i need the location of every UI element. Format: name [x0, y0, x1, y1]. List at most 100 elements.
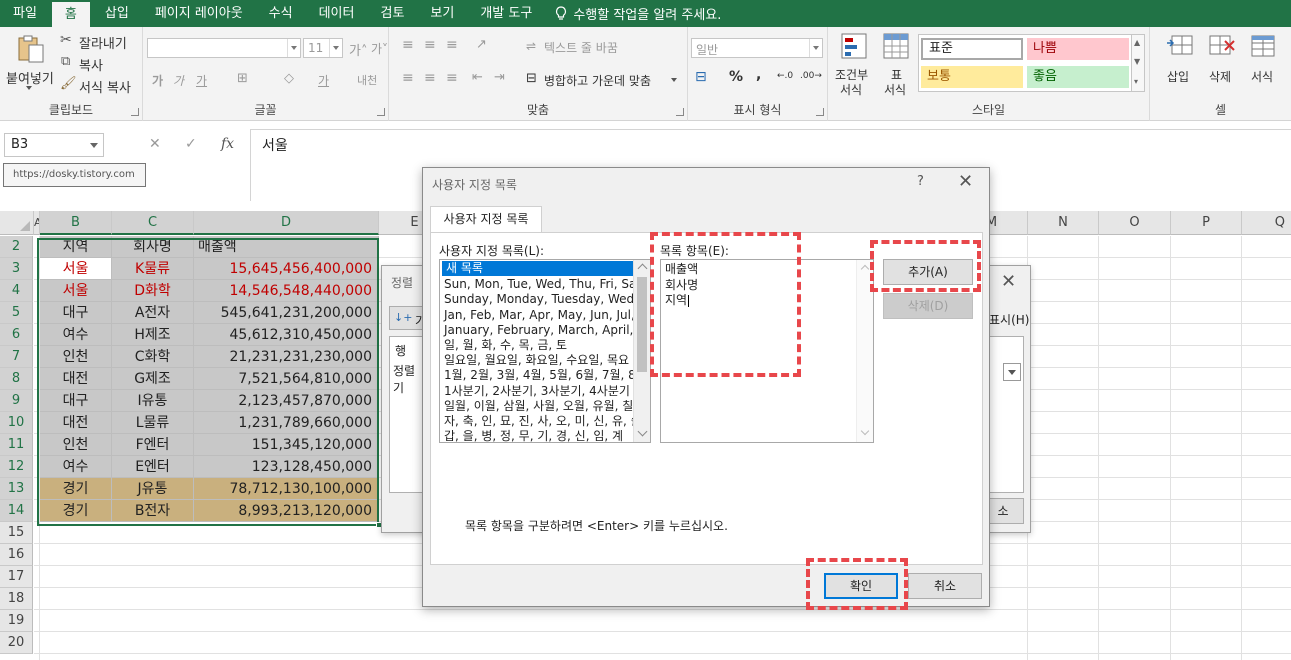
tab-view[interactable]: 보기	[417, 0, 467, 27]
insert-cells-button[interactable]: 삽입	[1160, 31, 1200, 97]
table-cell[interactable]: 8,993,213,120,000	[194, 500, 379, 522]
name-box-dropdown-icon[interactable]	[90, 143, 98, 148]
decrease-indent-icon[interactable]: ⇤	[472, 70, 483, 85]
list-entries-textarea[interactable]: 매출액 회사명 지역	[660, 259, 874, 443]
table-cell[interactable]: D화학	[112, 280, 194, 302]
list-item[interactable]: Jan, Feb, Mar, Apr, May, Jun, Jul, A	[440, 308, 650, 323]
table-cell[interactable]: B전자	[112, 500, 194, 522]
table-cell[interactable]: 78,712,130,100,000	[194, 478, 379, 500]
table-cell[interactable]: 1,231,789,660,000	[194, 412, 379, 434]
confirm-entry-icon[interactable]: ✓	[185, 136, 197, 152]
row-header[interactable]: 14	[0, 500, 33, 522]
bold-icon[interactable]: 가	[152, 72, 163, 89]
table-cell[interactable]: E엔터	[112, 456, 194, 478]
list-item[interactable]: 갑, 을, 병, 정, 무, 기, 경, 신, 임, 계	[440, 429, 650, 442]
table-cell[interactable]: 2,123,457,870,000	[194, 390, 379, 412]
row-header[interactable]: 3	[0, 258, 33, 280]
tab-page-layout[interactable]: 페이지 레이아웃	[142, 0, 256, 27]
table-cell[interactable]: I유통	[112, 390, 194, 412]
tab-review[interactable]: 검토	[367, 0, 417, 27]
table-cell[interactable]: 서울	[40, 280, 112, 302]
tab-developer[interactable]: 개발 도구	[467, 0, 545, 27]
font-size-combo[interactable]: 11	[303, 38, 343, 58]
row-header[interactable]: 10	[0, 412, 33, 434]
insert-function-icon[interactable]: fx	[221, 136, 234, 152]
row-header[interactable]: 8	[0, 368, 33, 390]
row-header[interactable]: 9	[0, 390, 33, 412]
paste-dropdown-icon[interactable]	[26, 86, 32, 90]
tab-custom-lists[interactable]: 사용자 지정 목록	[430, 206, 542, 233]
table-cell[interactable]: 45,612,310,450,000	[194, 324, 379, 346]
orientation-icon[interactable]: ↗	[476, 37, 487, 52]
row-header[interactable]: 20	[0, 632, 33, 654]
scroll-up-icon[interactable]	[860, 264, 870, 274]
tab-file[interactable]: 파일	[0, 0, 50, 27]
italic-icon[interactable]: 가	[173, 72, 184, 89]
merge-dropdown-icon[interactable]	[671, 78, 677, 82]
help-icon[interactable]: ?	[917, 174, 924, 189]
increase-decimal-icon[interactable]: ←.0	[777, 71, 793, 81]
paste-button[interactable]: 붙여넣기	[4, 32, 54, 94]
table-cell[interactable]: 545,641,231,200,000	[194, 302, 379, 324]
clipboard-launcher-icon[interactable]	[131, 108, 139, 116]
table-cell[interactable]: H제조	[112, 324, 194, 346]
table-cell[interactable]: 21,231,231,230,000	[194, 346, 379, 368]
decrease-decimal-icon[interactable]: .00→	[800, 71, 822, 81]
row-header[interactable]: 15	[0, 522, 33, 544]
delete-cells-button[interactable]: 삭제	[1202, 31, 1242, 97]
row-header[interactable]: 5	[0, 302, 33, 324]
table-cell[interactable]: 대구	[40, 390, 112, 412]
table-cell[interactable]: J유통	[112, 478, 194, 500]
header-cell-sales[interactable]: 매출액	[194, 236, 379, 258]
format-as-table-button[interactable]: 표 서식	[876, 31, 916, 97]
list-item[interactable]: 새 목록	[442, 261, 648, 277]
tab-data[interactable]: 데이터	[306, 0, 368, 27]
font-color-icon[interactable]: 가	[318, 72, 329, 89]
scroll-thumb[interactable]	[637, 277, 647, 372]
copy-button[interactable]: ⧉ 복사	[60, 54, 140, 74]
table-cell[interactable]: 대구	[40, 302, 112, 324]
row-header[interactable]: 19	[0, 610, 33, 632]
table-cell[interactable]: G제조	[112, 368, 194, 390]
column-header-p[interactable]: P	[1171, 211, 1242, 235]
column-header-q[interactable]: Q	[1242, 211, 1291, 235]
table-cell[interactable]: A전자	[112, 302, 194, 324]
table-cell[interactable]: 15,645,456,400,000	[194, 258, 379, 280]
table-cell[interactable]: 123,128,450,000	[194, 456, 379, 478]
select-all-corner[interactable]	[0, 211, 34, 235]
entries-scrollbar[interactable]	[856, 260, 873, 442]
table-cell[interactable]: K물류	[112, 258, 194, 280]
border-icon[interactable]: ⊞	[237, 71, 248, 86]
custom-lists-listbox[interactable]: 새 목록 Sun, Mon, Tue, Wed, Thu, Fri, Sat S…	[439, 259, 651, 443]
list-item[interactable]: 일, 월, 화, 수, 목, 금, 토	[440, 338, 650, 353]
font-name-combo[interactable]	[147, 38, 301, 58]
list-item[interactable]: Sun, Mon, Tue, Wed, Thu, Fri, Sat	[440, 277, 650, 292]
row-header[interactable]: 17	[0, 566, 33, 588]
scroll-up-icon[interactable]	[637, 263, 648, 274]
table-cell[interactable]: 경기	[40, 500, 112, 522]
table-cell[interactable]: 14,546,548,440,000	[194, 280, 379, 302]
cancel-button[interactable]: 취소	[908, 573, 982, 599]
list-item[interactable]: January, February, March, April, Ma	[440, 323, 650, 338]
fill-color-icon[interactable]: ◇	[284, 71, 294, 86]
list-item[interactable]: 일월, 이월, 삼월, 사월, 오월, 유월, 칠	[440, 399, 650, 414]
align-left-icon[interactable]: ≡	[402, 70, 414, 86]
cut-button[interactable]: ✂ 잘라내기	[60, 32, 140, 52]
row-header[interactable]: 16	[0, 544, 33, 566]
row-header[interactable]: 18	[0, 588, 33, 610]
conditional-formatting-button[interactable]: 조건부 서식	[832, 31, 876, 97]
underline-icon[interactable]: 가	[196, 72, 207, 89]
column-header-n[interactable]: N	[1028, 211, 1099, 235]
currency-icon[interactable]: ⊟	[695, 69, 707, 85]
row-header[interactable]: 12	[0, 456, 33, 478]
name-box[interactable]: B3	[4, 133, 104, 157]
align-center-icon[interactable]: ≡	[424, 70, 436, 86]
wrap-text-icon[interactable]: ⇌	[526, 39, 536, 53]
number-format-combo[interactable]: 일반	[691, 38, 823, 58]
table-cell[interactable]: C화학	[112, 346, 194, 368]
style-good[interactable]: 좋음	[1027, 66, 1129, 88]
format-cells-button[interactable]: 서식	[1244, 31, 1284, 97]
comma-icon[interactable]: ,	[756, 67, 761, 83]
column-header-b[interactable]: B	[40, 211, 112, 235]
format-painter-button[interactable]: 🖌 서식 복사	[60, 76, 140, 96]
